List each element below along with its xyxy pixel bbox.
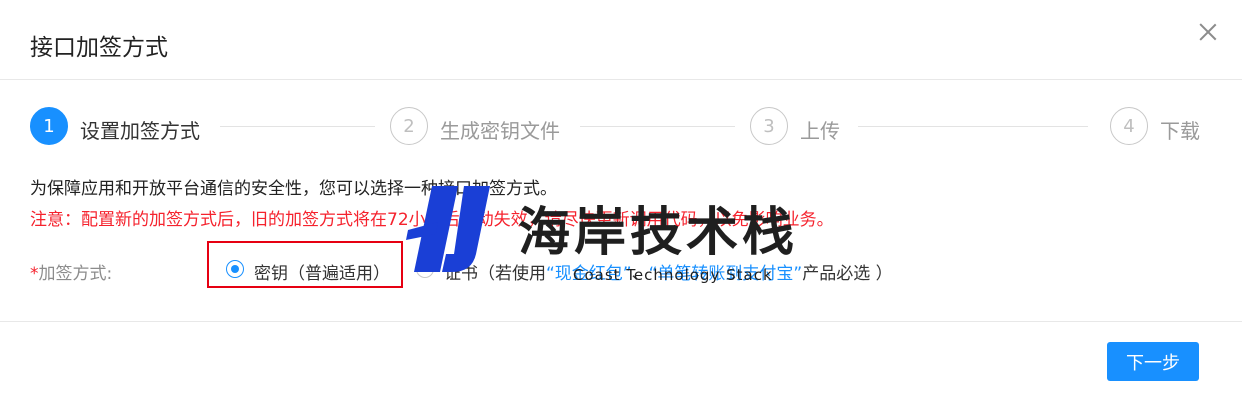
- sign-method-label: *加签方式:: [30, 259, 112, 284]
- dialog-header: 接口加签方式: [0, 0, 1242, 80]
- cash-redpacket-link[interactable]: “现金红包”: [546, 264, 632, 284]
- dialog-title: 接口加签方式: [30, 35, 168, 61]
- single-transfer-link[interactable]: “单笔转账到支付宝”: [649, 264, 803, 284]
- step-3-label: 上传: [800, 119, 840, 143]
- option-cert-label[interactable]: 证书（若使用“现金红包”、“单笔转账到支付宝”产品必选 ）: [444, 259, 893, 284]
- radio-key[interactable]: [226, 260, 244, 278]
- step-connector: [858, 126, 1088, 127]
- option-cert-suffix: 产品必选 ）: [802, 264, 893, 284]
- option-key-label[interactable]: 密钥（普遍适用）: [254, 259, 390, 284]
- step-connector: [580, 126, 735, 127]
- step-4-circle: 4: [1110, 107, 1148, 145]
- sign-method-dialog: 接口加签方式 1 设置加签方式 2 生成密钥文件 3 上传 4 下载 为保障应用…: [0, 0, 1242, 403]
- warning-text: 注意：配置新的加签方式后，旧的加签方式将在72小时后自动失效，请尽快更新调用代码…: [30, 210, 834, 230]
- sign-method-label-text: 加签方式:: [38, 264, 113, 284]
- description-text: 为保障应用和开放平台通信的安全性，您可以选择一种接口加签方式。: [30, 179, 557, 199]
- steps-bar: 1 设置加签方式 2 生成密钥文件 3 上传 4 下载: [30, 107, 1200, 147]
- step-1-label: 设置加签方式: [80, 119, 200, 143]
- step-1-circle: 1: [30, 107, 68, 145]
- next-button[interactable]: 下一步: [1107, 342, 1199, 381]
- step-2-circle: 2: [390, 107, 428, 145]
- option-cert-prefix: 证书（若使用: [444, 264, 546, 284]
- close-icon[interactable]: [1196, 20, 1220, 44]
- step-3-circle: 3: [750, 107, 788, 145]
- option-cert-separator: 、: [631, 264, 649, 284]
- step-connector: [220, 126, 375, 127]
- footer-divider: [0, 321, 1242, 322]
- required-mark: *: [30, 264, 39, 284]
- radio-cert[interactable]: [416, 260, 434, 278]
- step-2-label: 生成密钥文件: [440, 119, 560, 143]
- step-4-label: 下载: [1160, 119, 1200, 143]
